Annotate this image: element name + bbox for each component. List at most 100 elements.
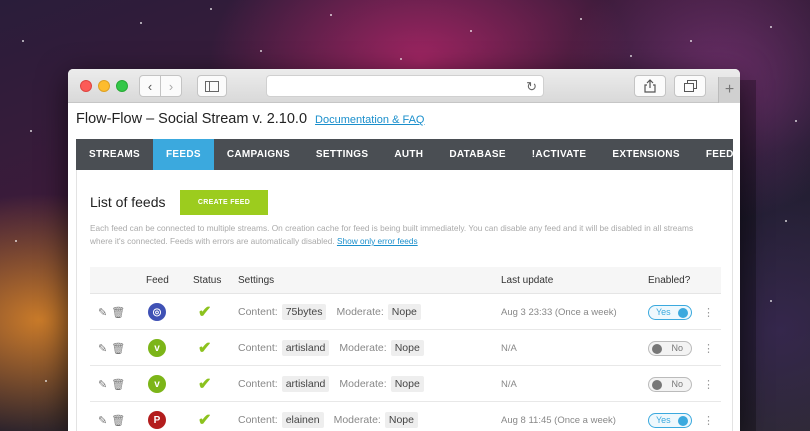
instagram-icon: ◎ [148,303,166,321]
new-tab-button[interactable]: + [718,77,740,103]
minimize-window-button[interactable] [98,80,110,92]
pinterest-icon: P [148,411,166,429]
browser-toolbar: ‹ › ↻ + [68,69,740,103]
content-label: Content: [238,342,278,354]
address-bar[interactable]: ↻ [266,75,544,97]
feed-network: ◎ [148,294,166,330]
feeds-panel: List of feeds CREATE FEED Each feed can … [76,170,733,431]
feed-settings: Content: elainen Moderate: Nope [238,402,418,431]
content-value: elainen [281,412,324,428]
reload-icon[interactable]: ↻ [526,79,537,95]
column-feed: Feed [146,275,169,286]
menu-item-activate[interactable]: !ACTIVATE [519,139,600,170]
enabled-cell: Yes [648,402,692,431]
documentation-link[interactable]: Documentation & FAQ [315,114,424,126]
feeds-table: Feed Status Settings Last update Enabled… [90,267,721,431]
show-tabs-button[interactable] [674,75,706,97]
status-check-icon: ✔ [198,340,212,357]
show-error-feeds-link[interactable]: Show only error feeds [337,236,418,246]
toggle-knob [652,379,662,390]
edit-icon[interactable]: ✎ [98,378,107,391]
row-actions: ✎ 🗑 [98,402,125,431]
enabled-toggle[interactable]: Yes [648,412,692,428]
menu-item-extensions[interactable]: EXTENSIONS [599,139,692,170]
enabled-cell: Yes [648,294,692,330]
enabled-cell: No [648,330,692,366]
edit-icon[interactable]: ✎ [98,306,107,319]
table-row: ✎ 🗑 v ✔ Content: artisland Moderate: Nope N/A No ⋮ [90,330,721,366]
feed-settings: Content: artisland Moderate: Nope [238,330,424,366]
moderate-label: Moderate: [339,342,387,354]
toggle-label: No [671,342,683,353]
enabled-toggle[interactable]: No [648,376,692,392]
tabs-icon [683,80,697,92]
sidebar-toggle-button[interactable] [197,75,227,97]
content-value: artisland [281,340,330,356]
column-settings: Settings [238,275,275,286]
content-value: artisland [281,376,330,392]
more-options-icon[interactable]: ⋮ [703,366,714,402]
back-button[interactable]: ‹ [139,75,161,97]
window-shadow [740,80,756,431]
main-menu: STREAMS FEEDS CAMPAIGNS SETTINGS AUTH DATABAS… [76,139,740,170]
share-button[interactable] [634,75,666,97]
feed-network: v [148,330,166,366]
share-icon [644,79,656,93]
feed-network: P [148,402,166,431]
column-status: Status [193,275,222,286]
edit-icon[interactable]: ✎ [98,342,107,355]
feeds-description: Each feed can be connected to multiple s… [90,222,715,248]
more-options-icon[interactable]: ⋮ [703,402,714,431]
last-update: N/A [501,342,517,354]
content-label: Content: [238,306,278,318]
maximize-window-button[interactable] [116,80,128,92]
feed-settings: Content: artisland Moderate: Nope [238,366,424,402]
row-actions: ✎ 🗑 [98,330,125,366]
page-title: Flow-Flow – Social Stream v. 2.10.0 Docu… [76,111,425,127]
moderate-value: Nope [384,412,418,428]
menu-item-database[interactable]: DATABASE [436,139,518,170]
moderate-value: Nope [390,340,424,356]
more-options-icon[interactable]: ⋮ [703,294,714,330]
menu-item-auth[interactable]: AUTH [381,139,436,170]
content-label: Content: [238,378,278,390]
vimeo-icon: v [148,339,166,357]
table-header: Feed Status Settings Last update Enabled… [90,267,721,294]
status-check-icon: ✔ [198,412,212,429]
status-check-icon: ✔ [198,304,212,321]
table-row: ✎ 🗑 ◎ ✔ Content: 75bytes Moderate: Nope Aug 3 23… [90,294,721,330]
close-window-button[interactable] [80,80,92,92]
app-title: Flow-Flow – Social Stream v. 2.10.0 [76,111,308,127]
column-last-update: Last update [501,275,554,286]
enabled-toggle[interactable]: Yes [648,304,692,320]
toggle-knob [678,415,688,426]
toggle-label: Yes [656,414,671,425]
toggle-knob [678,307,688,318]
trash-icon[interactable]: 🗑 [111,306,125,319]
table-row: ✎ 🗑 P ✔ Content: elainen Moderate: Nope Aug 8 11… [90,402,721,431]
trash-icon[interactable]: 🗑 [111,378,125,391]
menu-item-feeds[interactable]: FEEDS [153,139,214,170]
create-feed-button[interactable]: CREATE FEED [180,190,268,215]
toggle-knob [652,343,662,354]
more-options-icon[interactable]: ⋮ [703,330,714,366]
table-row: ✎ 🗑 v ✔ Content: artisland Moderate: Nope N/A No ⋮ [90,366,721,402]
edit-icon[interactable]: ✎ [98,414,107,427]
menu-item-feedback[interactable]: FEEDBACK [693,139,740,170]
chevron-left-icon: ‹ [147,78,153,94]
feed-settings: Content: 75bytes Moderate: Nope [238,294,421,330]
forward-button[interactable]: › [160,75,182,97]
chevron-right-icon: › [168,78,174,94]
menu-item-streams[interactable]: STREAMS [76,139,153,170]
row-actions: ✎ 🗑 [98,294,125,330]
plus-icon: + [724,81,735,98]
menu-item-campaigns[interactable]: CAMPAIGNS [214,139,303,170]
enabled-toggle[interactable]: No [648,340,692,356]
trash-icon[interactable]: 🗑 [111,414,125,427]
moderate-label: Moderate: [336,306,384,318]
content-value: 75bytes [281,304,327,320]
last-update: N/A [501,378,517,390]
browser-window: ‹ › ↻ + Flow-Flow – Social Stream v. 2.1… [68,69,740,431]
menu-item-settings[interactable]: SETTINGS [303,139,381,170]
trash-icon[interactable]: 🗑 [111,342,125,355]
